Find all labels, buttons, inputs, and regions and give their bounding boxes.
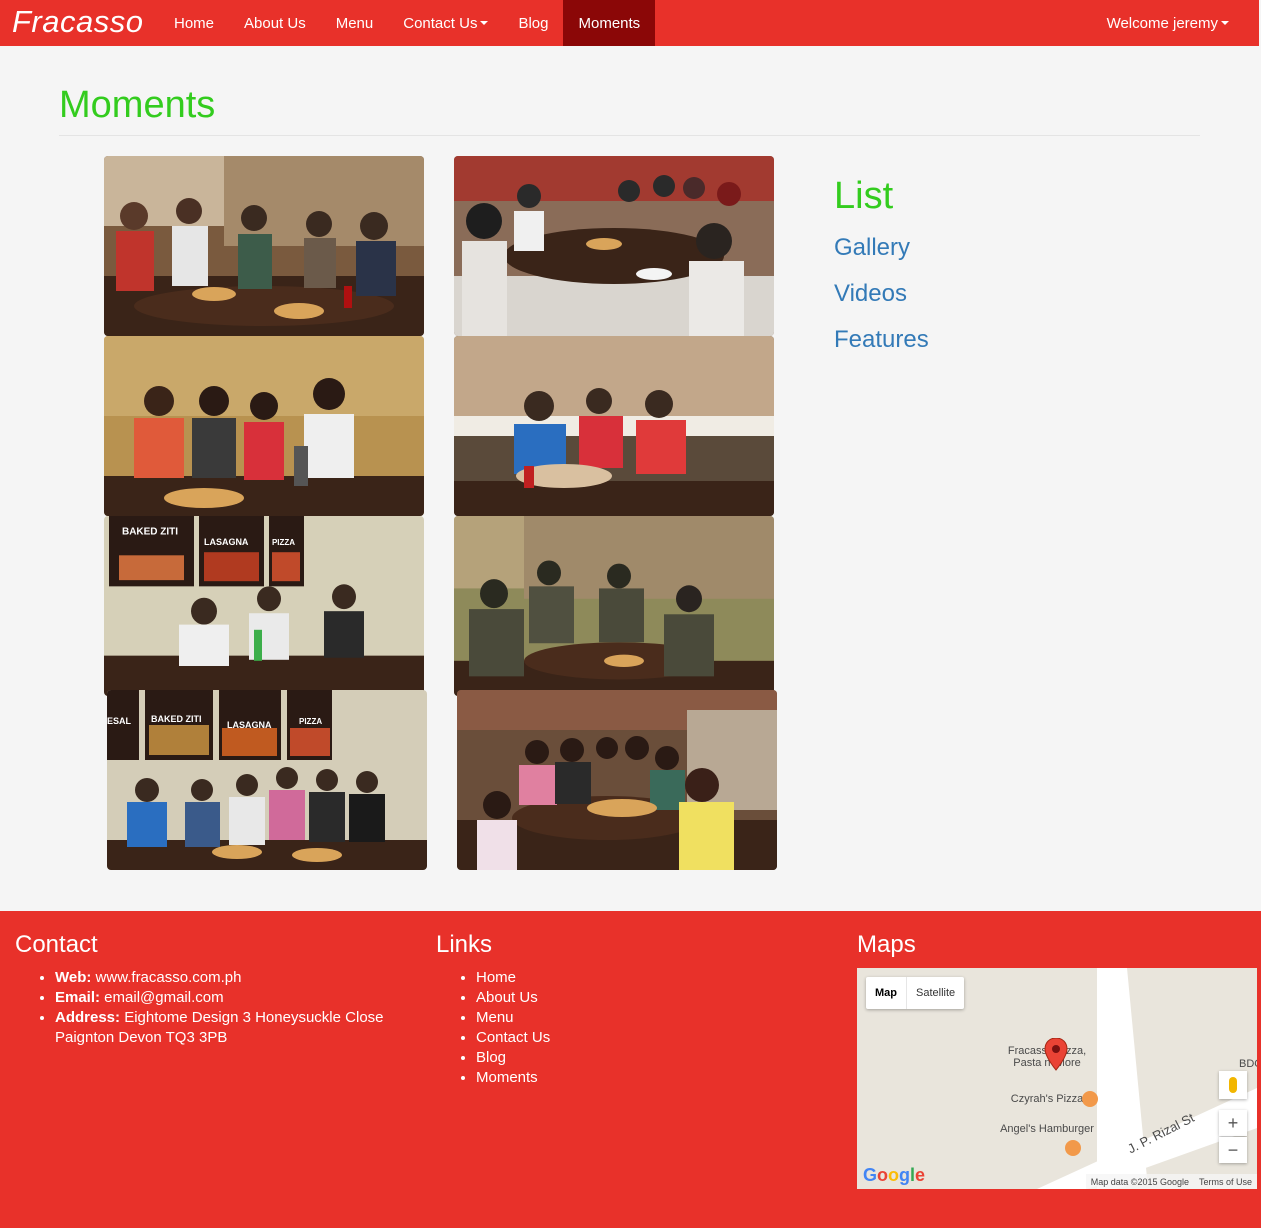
- moment-photo-3[interactable]: [104, 336, 424, 516]
- nav-item-menu[interactable]: Menu: [321, 0, 389, 46]
- footer-maps-heading: Maps: [857, 931, 916, 958]
- footer-links-list: Home About Us Menu Contact Us Blog Momen…: [476, 968, 550, 1088]
- photo-sign-text: PIZZA: [299, 717, 322, 726]
- contact-web-key: Web:: [55, 969, 92, 986]
- footer-link-moments[interactable]: Moments: [476, 1068, 550, 1088]
- footer-link-menu[interactable]: Menu: [476, 1008, 550, 1028]
- footer-contact-heading: Contact: [15, 931, 98, 958]
- contact-address: Address: Eightome Design 3 Honeysuckle C…: [55, 1008, 395, 1048]
- photo-sign-text: BAKED ZITI: [151, 714, 202, 724]
- footer-link-home[interactable]: Home: [476, 968, 550, 988]
- footer-contact-list: Web: www.fracasso.com.ph Email: email@gm…: [55, 968, 395, 1048]
- google-map[interactable]: Map Satellite Fracasso Pizza, Pasta n' M…: [857, 968, 1257, 1189]
- footer-link-about-us[interactable]: About Us: [476, 988, 550, 1008]
- page-title: Moments: [59, 84, 216, 126]
- restaurant-icon: [1065, 1140, 1081, 1156]
- moment-photo-7[interactable]: ESAL BAKED ZITI LASAGNA PIZZA: [107, 690, 427, 870]
- caret-down-icon: [1221, 21, 1229, 25]
- contact-web-value: www.fracasso.com.ph: [91, 969, 242, 986]
- contact-web: Web: www.fracasso.com.ph: [55, 968, 395, 988]
- google-logo: Google: [863, 1165, 926, 1185]
- nav-label: Blog: [518, 14, 549, 32]
- nav-label: About Us: [244, 14, 306, 32]
- footer: Contact Web: www.fracasso.com.ph Email: …: [0, 911, 1261, 1228]
- nav-label: Menu: [335, 14, 374, 32]
- nav-item-moments[interactable]: Moments: [563, 0, 656, 46]
- moment-photo-5[interactable]: BAKED ZITI LASAGNA PIZZA: [104, 516, 424, 696]
- moment-photo-6[interactable]: [454, 516, 774, 696]
- photo-sign-text: BAKED ZITI: [122, 526, 178, 537]
- moment-photo-4[interactable]: [454, 336, 774, 516]
- nav-item-home[interactable]: Home: [159, 0, 229, 46]
- nav-label: Home: [174, 14, 215, 32]
- nav-item-blog[interactable]: Blog: [503, 0, 563, 46]
- footer-links-heading: Links: [436, 931, 493, 958]
- user-menu-label: Welcome jeremy: [1106, 14, 1218, 32]
- contact-email: Email: email@gmail.com: [55, 988, 395, 1008]
- restaurant-icon: [1082, 1091, 1098, 1107]
- zoom-out-button[interactable]: −: [1219, 1137, 1247, 1163]
- sidebar-link-videos[interactable]: Videos: [834, 280, 907, 308]
- top-navbar: Fracasso Home About Us Menu Contact Us B…: [0, 0, 1259, 46]
- sidebar-link-gallery[interactable]: Gallery: [834, 234, 910, 262]
- map-data-credit: Map data ©2015 Google: [1090, 1176, 1189, 1187]
- footer-link-contact-us[interactable]: Contact Us: [476, 1028, 550, 1048]
- nav-item-about-us[interactable]: About Us: [229, 0, 321, 46]
- map-pin-icon[interactable]: [1044, 1038, 1068, 1072]
- map-terms-link[interactable]: Terms of Use: [1194, 1177, 1257, 1187]
- caret-down-icon: [480, 21, 489, 25]
- map-attribution: Map data ©2015 Google Terms of Use: [1085, 1174, 1257, 1189]
- brand-logo[interactable]: Fracasso: [12, 4, 143, 40]
- map-place-czyrahs[interactable]: Czyrah's Pizza: [1007, 1093, 1087, 1105]
- moment-photo-1[interactable]: [104, 156, 424, 336]
- photo-sign-text: PIZZA: [272, 538, 295, 547]
- map-type-satellite-button[interactable]: Satellite: [907, 977, 964, 1009]
- nav-item-contact-us[interactable]: Contact Us: [388, 0, 503, 46]
- title-divider: [59, 135, 1200, 136]
- moment-photo-8[interactable]: [457, 690, 777, 870]
- contact-email-value: email@gmail.com: [100, 989, 224, 1006]
- map-place-bdo: BDO: [1239, 1058, 1257, 1070]
- user-menu-dropdown[interactable]: Welcome jeremy: [1107, 0, 1229, 46]
- moment-photo-2[interactable]: [454, 156, 774, 336]
- nav-label: Contact Us: [403, 14, 478, 32]
- map-type-map-button[interactable]: Map: [866, 977, 907, 1009]
- nav-label: Moments: [578, 14, 641, 32]
- contact-email-key: Email:: [55, 989, 101, 1006]
- zoom-in-button[interactable]: +: [1219, 1110, 1247, 1136]
- main-nav: Home About Us Menu Contact Us Blog Momen…: [159, 0, 656, 46]
- sidebar-title: List: [834, 175, 894, 217]
- pegman-icon[interactable]: [1219, 1071, 1247, 1099]
- footer-link-blog[interactable]: Blog: [476, 1048, 550, 1068]
- photo-sign-text: ESAL: [107, 716, 132, 726]
- contact-address-key: Address:: [55, 1009, 121, 1026]
- photo-sign-text: LASAGNA: [227, 720, 272, 730]
- map-place-angels[interactable]: Angel's Hamburger: [997, 1123, 1097, 1135]
- sidebar-link-features[interactable]: Features: [834, 326, 929, 354]
- photo-sign-text: LASAGNA: [204, 537, 249, 547]
- map-type-toggle: Map Satellite: [866, 977, 965, 1009]
